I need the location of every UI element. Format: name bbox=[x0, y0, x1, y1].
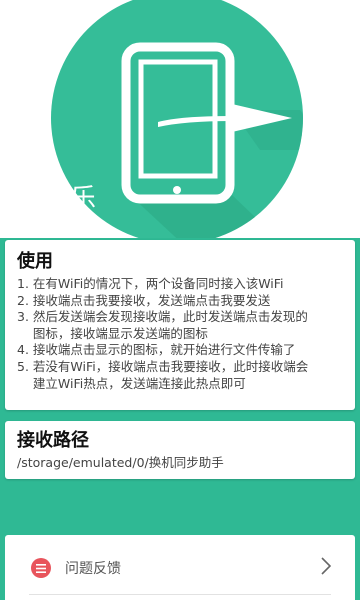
usage-line: 1. 在有WiFi的情况下，两个设备同时接入该WiFi bbox=[17, 276, 284, 291]
divider bbox=[29, 594, 331, 595]
chevron-right-icon bbox=[321, 557, 332, 579]
usage-line: 5. 若没有WiFi，接收端点击我要接收，此时接收端会 bbox=[17, 358, 309, 374]
usage-line: 建立WiFi热点，发送端连接此热点即可 bbox=[17, 375, 246, 391]
receive-path-title: 接收路径 bbox=[17, 430, 89, 451]
hero-partial-text: 乐 bbox=[70, 184, 98, 214]
menu-lines-icon bbox=[31, 558, 51, 578]
usage-line: 3. 然后发送端会发现接收端，此时发送端点击发现的 bbox=[17, 309, 308, 325]
feedback-card: 问题反馈 bbox=[5, 535, 355, 600]
usage-line: 4. 接收端点击显示的图标，就开始进行文件传输了 bbox=[17, 342, 296, 358]
tablet-send-arrow-icon bbox=[51, 0, 303, 238]
receive-path-card: 接收路径 /storage/emulated/0/换机同步助手 bbox=[5, 421, 355, 479]
usage-line: 图标，接收端显示发送端的图标 bbox=[17, 325, 208, 341]
receive-path-value: /storage/emulated/0/换机同步助手 bbox=[17, 455, 224, 470]
usage-card: 使用 1. 在有WiFi的情况下，两个设备同时接入该WiFi 2. 接收端点击我… bbox=[5, 240, 355, 410]
hero-banner: 乐 bbox=[0, 0, 360, 238]
feedback-button[interactable]: 问题反馈 bbox=[5, 535, 355, 600]
usage-line: 2. 接收端点击我要接收，发送端点击我要发送 bbox=[17, 292, 271, 308]
usage-instructions: 1. 在有WiFi的情况下，两个设备同时接入该WiFi 2. 接收端点击我要接收… bbox=[17, 276, 343, 392]
feedback-label: 问题反馈 bbox=[65, 561, 121, 577]
usage-title: 使用 bbox=[17, 251, 53, 272]
